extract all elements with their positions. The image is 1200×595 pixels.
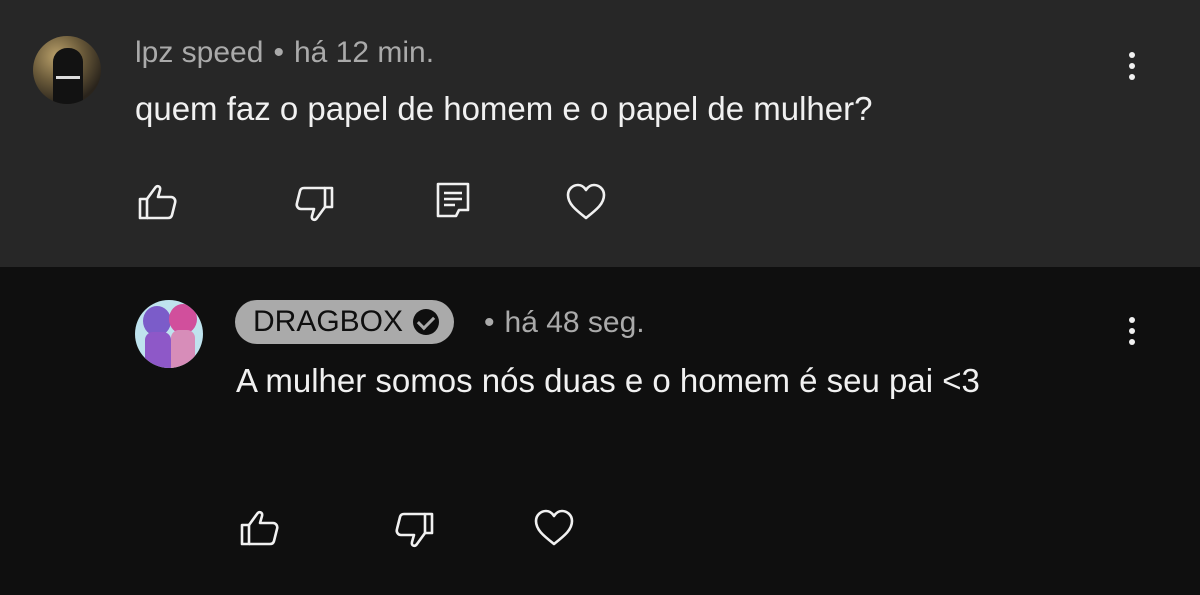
comment-author[interactable]: lpz speed bbox=[135, 36, 263, 69]
meta-separator: • bbox=[273, 36, 284, 69]
menu-dot bbox=[1129, 74, 1135, 80]
reply-dislike-button[interactable] bbox=[392, 508, 436, 552]
like-icon bbox=[138, 184, 177, 220]
menu-dot bbox=[1129, 328, 1135, 334]
avatar-stripe bbox=[56, 76, 80, 79]
reply-time: há 48 seg. bbox=[504, 306, 645, 339]
avatar-queen-1-body bbox=[145, 332, 171, 368]
heart-icon bbox=[566, 183, 606, 220]
dislike-button[interactable] bbox=[292, 182, 336, 226]
comment-meta: lpz speed • há 12 min. bbox=[135, 36, 434, 70]
heart-icon bbox=[534, 509, 574, 546]
more-vertical-icon bbox=[1129, 317, 1135, 323]
channel-name-badge[interactable]: DRAGBOX bbox=[235, 300, 455, 344]
reply-author: DRAGBOX bbox=[253, 305, 404, 338]
dislike-icon bbox=[295, 186, 334, 222]
verified-check-icon bbox=[413, 309, 440, 335]
more-vertical-icon bbox=[1129, 52, 1135, 58]
meta-separator: • bbox=[484, 306, 495, 339]
reply-icon bbox=[436, 182, 470, 218]
avatar-queen-2-body bbox=[171, 330, 195, 368]
channel-avatar[interactable] bbox=[135, 300, 203, 368]
more-options-button[interactable] bbox=[1127, 52, 1137, 92]
comment-text: quem faz o papel de homem e o papel de m… bbox=[135, 90, 873, 127]
reply-heart-button[interactable] bbox=[532, 506, 576, 550]
reply-meta: • há 48 seg. bbox=[484, 306, 645, 340]
menu-dot bbox=[1129, 339, 1135, 345]
reply-text: A mulher somos nós duas e o homem é seu … bbox=[236, 362, 980, 399]
comment-time: há 12 min. bbox=[293, 36, 435, 69]
menu-dot bbox=[1129, 63, 1135, 69]
reply-like-button[interactable] bbox=[238, 506, 282, 550]
like-icon bbox=[240, 510, 279, 546]
heart-button[interactable] bbox=[564, 180, 608, 224]
user-avatar[interactable] bbox=[33, 36, 101, 104]
reply-button[interactable] bbox=[431, 180, 475, 224]
reply-more-options-button[interactable] bbox=[1127, 317, 1137, 357]
dislike-icon bbox=[395, 512, 434, 548]
like-button[interactable] bbox=[136, 180, 180, 224]
